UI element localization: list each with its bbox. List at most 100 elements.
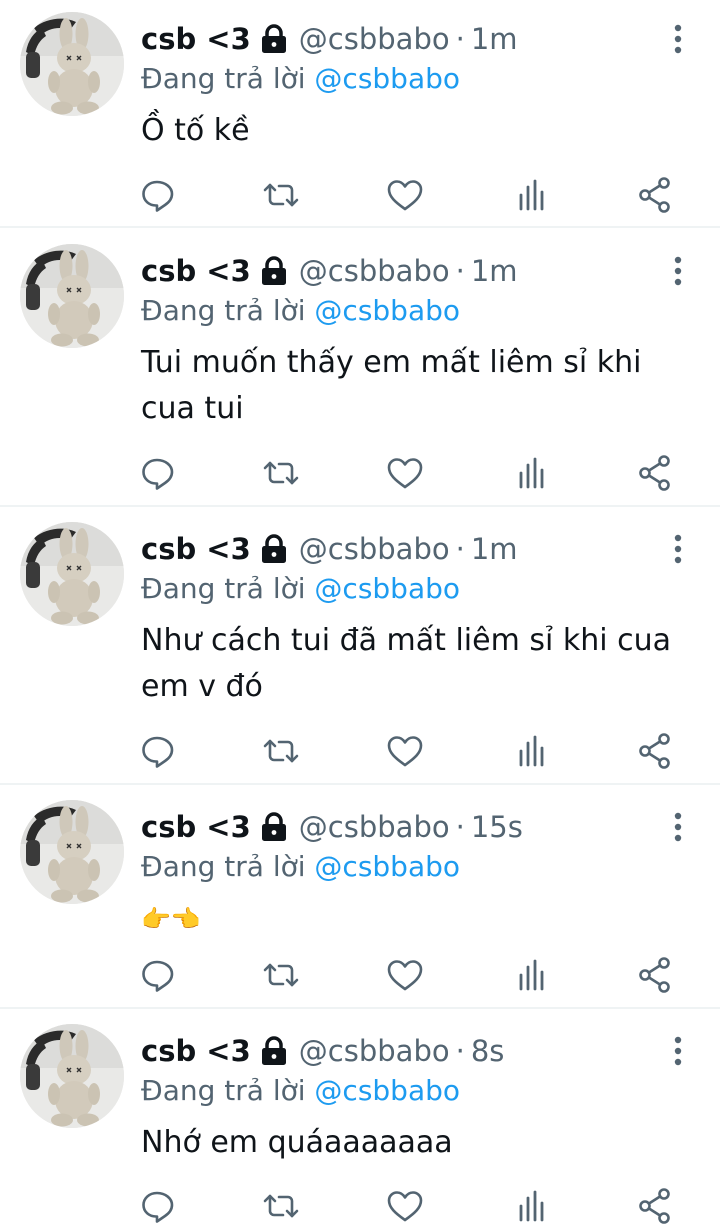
replying-to-mention[interactable]: @csbbabo xyxy=(314,1074,460,1107)
user-handle[interactable]: @csbbabo xyxy=(299,18,450,60)
analytics-icon[interactable] xyxy=(509,451,553,495)
replying-to-label: Đang trả lời xyxy=(141,572,306,605)
replying-to: Đang trả lời @csbbabo xyxy=(141,846,460,888)
tweet-actions xyxy=(0,1184,720,1228)
timestamp[interactable]: 15s xyxy=(471,806,523,848)
tweet-header: csb <3 @csbbabo · 1m xyxy=(141,528,518,570)
replying-to: Đang trả lời @csbbabo xyxy=(141,290,460,332)
avatar[interactable] xyxy=(20,1024,124,1128)
display-name[interactable]: csb <3 xyxy=(141,528,251,570)
tweet-text: Ồ tố kề xyxy=(141,113,250,148)
lock-icon xyxy=(259,811,289,843)
tweet-header: csb <3 @csbbabo · 8s xyxy=(141,1030,504,1072)
replying-to-mention[interactable]: @csbbabo xyxy=(314,850,460,883)
divider xyxy=(0,505,720,507)
replying-to-label: Đang trả lời xyxy=(141,1074,306,1107)
more-vertical-icon[interactable] xyxy=(660,1034,696,1070)
replying-to-mention[interactable]: @csbbabo xyxy=(314,572,460,605)
separator-dot: · xyxy=(455,254,465,288)
tweet-header: csb <3 @csbbabo · 15s xyxy=(141,806,523,848)
share-icon[interactable] xyxy=(633,729,677,773)
display-name[interactable]: csb <3 xyxy=(141,18,251,60)
heart-icon[interactable] xyxy=(383,729,427,773)
heart-icon[interactable] xyxy=(383,953,427,997)
tweet-text: 👉👈 xyxy=(141,905,201,933)
divider xyxy=(0,783,720,785)
timestamp[interactable]: 1m xyxy=(471,18,518,60)
tweet[interactable]: csb <3 @csbbabo · 15s Đang trả lời @csbb… xyxy=(0,788,720,1009)
retweet-icon[interactable] xyxy=(259,953,303,997)
heart-icon[interactable] xyxy=(383,451,427,495)
more-vertical-icon[interactable] xyxy=(660,22,696,58)
lock-icon xyxy=(259,23,289,55)
share-icon[interactable] xyxy=(633,953,677,997)
avatar[interactable] xyxy=(20,244,124,348)
user-handle[interactable]: @csbbabo xyxy=(299,1030,450,1072)
tweet-header: csb <3 @csbbabo · 1m xyxy=(141,250,518,292)
replying-to-label: Đang trả lời xyxy=(141,850,306,883)
replying-to-mention[interactable]: @csbbabo xyxy=(314,294,460,327)
retweet-icon[interactable] xyxy=(259,1184,303,1228)
replying-to: Đang trả lời @csbbabo xyxy=(141,1070,460,1112)
timestamp[interactable]: 8s xyxy=(471,1030,505,1072)
retweet-icon[interactable] xyxy=(259,173,303,217)
reply-icon[interactable] xyxy=(135,729,179,773)
share-icon[interactable] xyxy=(633,1184,677,1228)
reply-icon[interactable] xyxy=(135,953,179,997)
replying-to: Đang trả lời @csbbabo xyxy=(141,58,460,100)
reply-icon[interactable] xyxy=(135,173,179,217)
tweet[interactable]: csb <3 @csbbabo · 1m Đang trả lời @csbba… xyxy=(0,232,720,507)
replying-to-label: Đang trả lời xyxy=(141,294,306,327)
retweet-icon[interactable] xyxy=(259,451,303,495)
avatar[interactable] xyxy=(20,800,124,904)
tweet-text: Nhớ em quáaaaaaaa xyxy=(141,1125,453,1160)
heart-icon[interactable] xyxy=(383,1184,427,1228)
replying-to: Đang trả lời @csbbabo xyxy=(141,568,460,610)
retweet-icon[interactable] xyxy=(259,729,303,773)
timestamp[interactable]: 1m xyxy=(471,250,518,292)
analytics-icon[interactable] xyxy=(509,173,553,217)
tweet-text: Tui muốn thấy em mất liêm sỉ khi cua tui xyxy=(141,345,652,426)
lock-icon xyxy=(259,255,289,287)
lock-icon xyxy=(259,1035,289,1067)
share-icon[interactable] xyxy=(633,451,677,495)
analytics-icon[interactable] xyxy=(509,729,553,773)
timeline: csb <3 @csbbabo · 1m Đang trả lời @csbba… xyxy=(0,0,720,1224)
heart-icon[interactable] xyxy=(383,173,427,217)
separator-dot: · xyxy=(455,22,465,56)
more-vertical-icon[interactable] xyxy=(660,254,696,290)
analytics-icon[interactable] xyxy=(509,1184,553,1228)
separator-dot: · xyxy=(455,810,465,844)
avatar[interactable] xyxy=(20,522,124,626)
tweet-actions xyxy=(0,451,720,495)
reply-icon[interactable] xyxy=(135,451,179,495)
tweet-text: Như cách tui đã mất liêm sỉ khi cua em v… xyxy=(141,623,681,704)
user-handle[interactable]: @csbbabo xyxy=(299,250,450,292)
display-name[interactable]: csb <3 xyxy=(141,806,251,848)
user-handle[interactable]: @csbbabo xyxy=(299,528,450,570)
analytics-icon[interactable] xyxy=(509,953,553,997)
tweet[interactable]: csb <3 @csbbabo · 1m Đang trả lời @csbba… xyxy=(0,510,720,785)
replying-to-mention[interactable]: @csbbabo xyxy=(314,62,460,95)
more-vertical-icon[interactable] xyxy=(660,810,696,846)
tweet[interactable]: csb <3 @csbbabo · 1m Đang trả lời @csbba… xyxy=(0,0,720,228)
tweet-header: csb <3 @csbbabo · 1m xyxy=(141,18,518,60)
divider xyxy=(0,1007,720,1009)
lock-icon xyxy=(259,533,289,565)
tweet[interactable]: csb <3 @csbbabo · 8s Đang trả lời @csbba… xyxy=(0,1012,720,1224)
divider xyxy=(0,226,720,228)
tweet-actions xyxy=(0,173,720,217)
separator-dot: · xyxy=(455,532,465,566)
share-icon[interactable] xyxy=(633,173,677,217)
more-vertical-icon[interactable] xyxy=(660,532,696,568)
display-name[interactable]: csb <3 xyxy=(141,250,251,292)
reply-icon[interactable] xyxy=(135,1184,179,1228)
display-name[interactable]: csb <3 xyxy=(141,1030,251,1072)
avatar[interactable] xyxy=(20,12,124,116)
tweet-actions xyxy=(0,953,720,997)
replying-to-label: Đang trả lời xyxy=(141,62,306,95)
user-handle[interactable]: @csbbabo xyxy=(299,806,450,848)
separator-dot: · xyxy=(455,1034,465,1068)
tweet-actions xyxy=(0,729,720,773)
timestamp[interactable]: 1m xyxy=(471,528,518,570)
